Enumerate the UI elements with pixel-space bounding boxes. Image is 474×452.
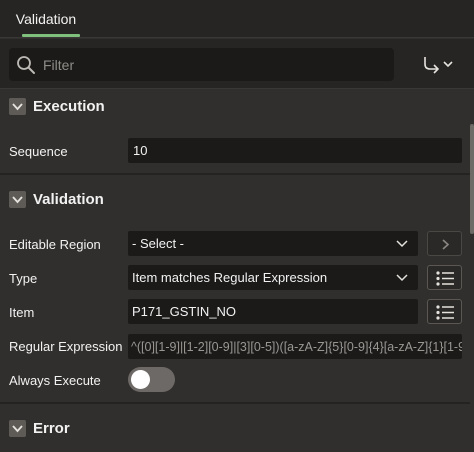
regular-expression-label: Regular Expression <box>9 339 123 354</box>
chevron-down-icon <box>443 61 453 68</box>
section-validation-title: Validation <box>33 191 104 208</box>
chevron-down-icon <box>396 274 408 282</box>
regular-expression-value: ^([0][1-9]|[1-2][0-9]|[3][0-5])([a-zA-Z]… <box>131 339 462 354</box>
item-list-button[interactable] <box>427 299 462 324</box>
list-icon <box>436 305 454 320</box>
section-execution-header[interactable]: Execution <box>0 89 470 125</box>
sequence-value: 10 <box>133 143 148 158</box>
go-to-group-icon <box>424 57 453 74</box>
tab-bar: Validation <box>0 0 474 38</box>
item-label: Item <box>9 305 35 320</box>
scrollbar-thumb[interactable] <box>470 124 474 234</box>
section-execution-title: Execution <box>33 98 105 115</box>
collapse-icon <box>9 191 26 208</box>
search-icon <box>17 56 35 74</box>
section-validation-header[interactable]: Validation <box>0 182 470 218</box>
regular-expression-input[interactable]: ^([0][1-9]|[1-2][0-9]|[3][0-5])([a-zA-Z]… <box>128 334 462 359</box>
type-list-button[interactable] <box>427 265 462 290</box>
editable-region-value: - Select - <box>132 236 185 251</box>
scrollbar[interactable] <box>470 124 474 452</box>
sequence-input[interactable]: 10 <box>128 138 462 163</box>
editable-region-select[interactable]: - Select - <box>128 231 418 256</box>
editable-region-label: Editable Region <box>9 237 101 252</box>
chevron-right-icon <box>442 239 450 250</box>
filter-box <box>9 48 394 81</box>
collapse-icon <box>9 98 26 115</box>
tab-validation-label: Validation <box>15 11 77 27</box>
item-value: P171_GSTIN_NO <box>132 304 237 319</box>
chevron-down-icon <box>396 240 408 248</box>
section-error-title: Error <box>33 420 70 437</box>
always-execute-toggle[interactable] <box>128 367 175 392</box>
section-error-header[interactable]: Error <box>0 411 470 447</box>
type-select[interactable]: Item matches Regular Expression <box>128 265 418 290</box>
list-icon <box>436 271 454 286</box>
sequence-label: Sequence <box>9 144 68 159</box>
active-tab-indicator <box>22 34 80 37</box>
tab-validation[interactable]: Validation <box>10 0 82 38</box>
filter-toolbar <box>0 39 474 89</box>
section-divider <box>0 402 470 404</box>
section-divider <box>0 173 470 175</box>
go-to-group-button[interactable] <box>420 54 458 76</box>
item-input[interactable]: P171_GSTIN_NO <box>128 299 418 324</box>
type-value: Item matches Regular Expression <box>132 270 328 285</box>
collapse-icon <box>9 420 26 437</box>
type-label: Type <box>9 271 38 286</box>
toggle-knob <box>131 370 150 389</box>
always-execute-label: Always Execute <box>9 373 101 388</box>
filter-input[interactable] <box>43 48 383 81</box>
go-to-editable-region-button[interactable] <box>427 231 462 256</box>
